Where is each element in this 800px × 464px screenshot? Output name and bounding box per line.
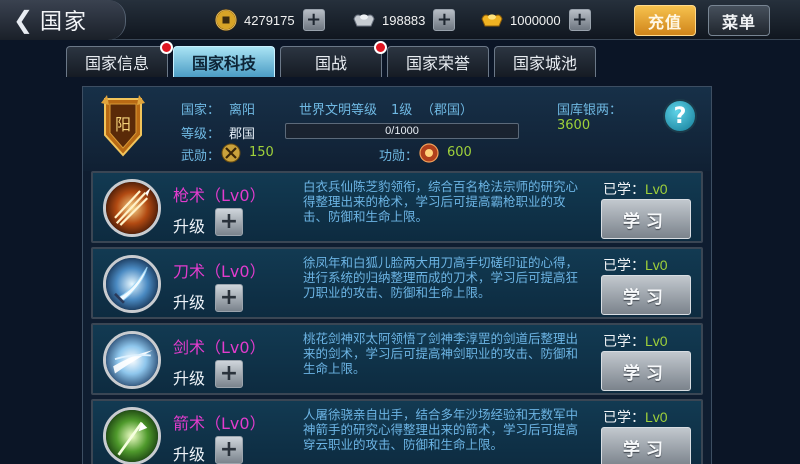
learned-level: Lv0 (645, 257, 668, 273)
civilization-level: 1级 (391, 103, 413, 118)
contribution-icon (419, 143, 439, 163)
learned-label: 已学： (603, 258, 645, 274)
skill-description: 桃花剑神邓太阿领悟了剑神李淳罡的剑道后整理出来的剑术，学习后可提高神剑职业的攻击… (303, 331, 579, 376)
skill-name: 刀术（Lv0） (173, 262, 266, 281)
blade-skill-icon (103, 255, 161, 313)
contribution-value: 600 (447, 145, 472, 160)
skill-description: 人屠徐骁亲自出手，结合多年沙场经验和无数军中神箭手的研究心得整理出来的箭术，学习… (303, 407, 579, 452)
skill-row-arrow: 箭术（Lv0） 升级 + 人屠徐骁亲自出手，结合多年沙场经验和无数军中神箭手的研… (91, 399, 703, 464)
notification-badge (374, 41, 387, 54)
civilization-progress-bar: 0/1000 (285, 123, 519, 139)
country-level-label: 等级： (181, 127, 221, 142)
civilization-label: 世界文明等级 (299, 103, 378, 118)
top-bar: ❮ 国家 4279175 + 198883 + 1000000 + 充值 菜单 (0, 0, 800, 40)
tech-panel: 阳 国家： 离阳 等级： 郡国 武勋： 150 世界文明等级 1级 （郡国） 0… (82, 86, 712, 464)
civilization-rank: （郡国） (421, 103, 474, 118)
copper-value: 4279175 (244, 12, 295, 28)
arrow-skill-icon (103, 407, 161, 464)
learned-level: Lv0 (645, 409, 668, 425)
recharge-button[interactable]: 充值 (634, 5, 696, 36)
skill-row-spear: 枪术（Lv0） 升级 + 白衣兵仙陈芝豹领衔，综合百名枪法宗师的研究心得整理出来… (91, 171, 703, 243)
gold-value: 1000000 (510, 12, 561, 28)
menu-button[interactable]: 菜单 (708, 5, 770, 36)
skill-description: 徐凤年和白狐儿脸两大用刀高手切磋印证的心得，进行系统的归纳整理而成的刀术，学习后… (303, 255, 579, 300)
gold-resource: 1000000 + (480, 8, 591, 32)
merit-icon (221, 143, 241, 163)
learned-label: 已学： (603, 410, 645, 426)
tab-label: 国家科技 (191, 54, 256, 73)
add-silver-button[interactable]: + (433, 9, 456, 31)
country-name-label: 国家： (181, 103, 221, 118)
contribution-label: 功勋： (379, 149, 419, 164)
back-button[interactable]: ❮ 国家 (0, 0, 126, 40)
tab-label: 国战 (314, 54, 347, 73)
question-icon: ? (673, 103, 687, 129)
add-gold-button[interactable]: + (568, 9, 591, 31)
country-name: 离阳 (229, 103, 256, 118)
tab-label: 国家城池 (512, 54, 577, 73)
upgrade-button[interactable]: + (215, 284, 243, 312)
learn-button[interactable]: 学习 (601, 275, 691, 315)
tab-country-info[interactable]: 国家信息 (66, 41, 173, 77)
silver-ingot-icon (353, 14, 375, 27)
gold-ingot-icon (481, 14, 503, 27)
learned-level: Lv0 (645, 333, 668, 349)
skill-row-blade: 刀术（Lv0） 升级 + 徐凤年和白狐儿脸两大用刀高手切磋印证的心得，进行系统的… (91, 247, 703, 319)
tab-national-war[interactable]: 国战 (280, 41, 387, 77)
skill-name: 剑术（Lv0） (173, 338, 266, 357)
learned-label: 已学： (603, 334, 645, 350)
help-button[interactable]: ? (663, 99, 697, 133)
learned-status: 已学：Lv0 (603, 179, 668, 199)
merit-value: 150 (249, 145, 274, 160)
sword-skill-icon (103, 331, 161, 389)
page-title: 国家 (40, 10, 89, 35)
skill-name: 箭术（Lv0） (173, 414, 266, 433)
progress-text: 0/1000 (385, 125, 419, 137)
tab-label: 国家荣誉 (405, 54, 470, 73)
notification-badge (160, 41, 173, 54)
country-level: 郡国 (229, 127, 256, 142)
country-info-header: 阳 国家： 离阳 等级： 郡国 武勋： 150 世界文明等级 1级 （郡国） 0… (83, 87, 711, 171)
add-copper-button[interactable]: + (302, 9, 325, 31)
skill-row-sword: 剑术（Lv0） 升级 + 桃花剑神邓太阿领悟了剑神李淳罡的剑道后整理出来的剑术，… (91, 323, 703, 395)
merit-label: 武勋： (181, 149, 221, 164)
learn-button[interactable]: 学习 (601, 427, 691, 464)
learned-status: 已学：Lv0 (603, 331, 668, 351)
learned-status: 已学：Lv0 (603, 255, 668, 275)
upgrade-label: 升级 (173, 445, 206, 464)
svg-text:阳: 阳 (115, 115, 131, 134)
tab-country-cities[interactable]: 国家城池 (494, 46, 596, 77)
learned-label: 已学： (603, 182, 645, 198)
copper-resource: 4279175 + (214, 8, 325, 32)
tab-label: 国家信息 (84, 54, 149, 73)
silver-resource: 198883 + (352, 8, 456, 32)
upgrade-label: 升级 (173, 293, 206, 312)
upgrade-label: 升级 (173, 369, 206, 388)
skill-name: 枪术（Lv0） (173, 186, 266, 205)
coin-icon (215, 9, 237, 31)
back-arrow-icon: ❮ (12, 6, 34, 34)
learn-button[interactable]: 学习 (601, 351, 691, 391)
skill-description: 白衣兵仙陈芝豹领衔，综合百名枪法宗师的研究心得整理出来的枪术，学习后可提高霸枪职… (303, 179, 579, 224)
spear-skill-icon (103, 179, 161, 237)
upgrade-button[interactable]: + (215, 436, 243, 464)
silver-value: 198883 (382, 12, 426, 28)
treasury-value: 3600 (557, 118, 591, 133)
learn-button[interactable]: 学习 (601, 199, 691, 239)
tab-country-honor[interactable]: 国家荣誉 (387, 46, 489, 77)
learned-status: 已学：Lv0 (603, 407, 668, 427)
learned-level: Lv0 (645, 181, 668, 197)
upgrade-button[interactable]: + (215, 208, 243, 236)
country-emblem-icon: 阳 (101, 95, 145, 157)
tab-country-tech[interactable]: 国家科技 (173, 46, 275, 77)
skill-list[interactable]: 枪术（Lv0） 升级 + 白衣兵仙陈芝豹领衔，综合百名枪法宗师的研究心得整理出来… (91, 171, 703, 464)
upgrade-button[interactable]: + (215, 360, 243, 388)
treasury-label: 国库银两： (557, 103, 623, 118)
upgrade-label: 升级 (173, 217, 206, 236)
